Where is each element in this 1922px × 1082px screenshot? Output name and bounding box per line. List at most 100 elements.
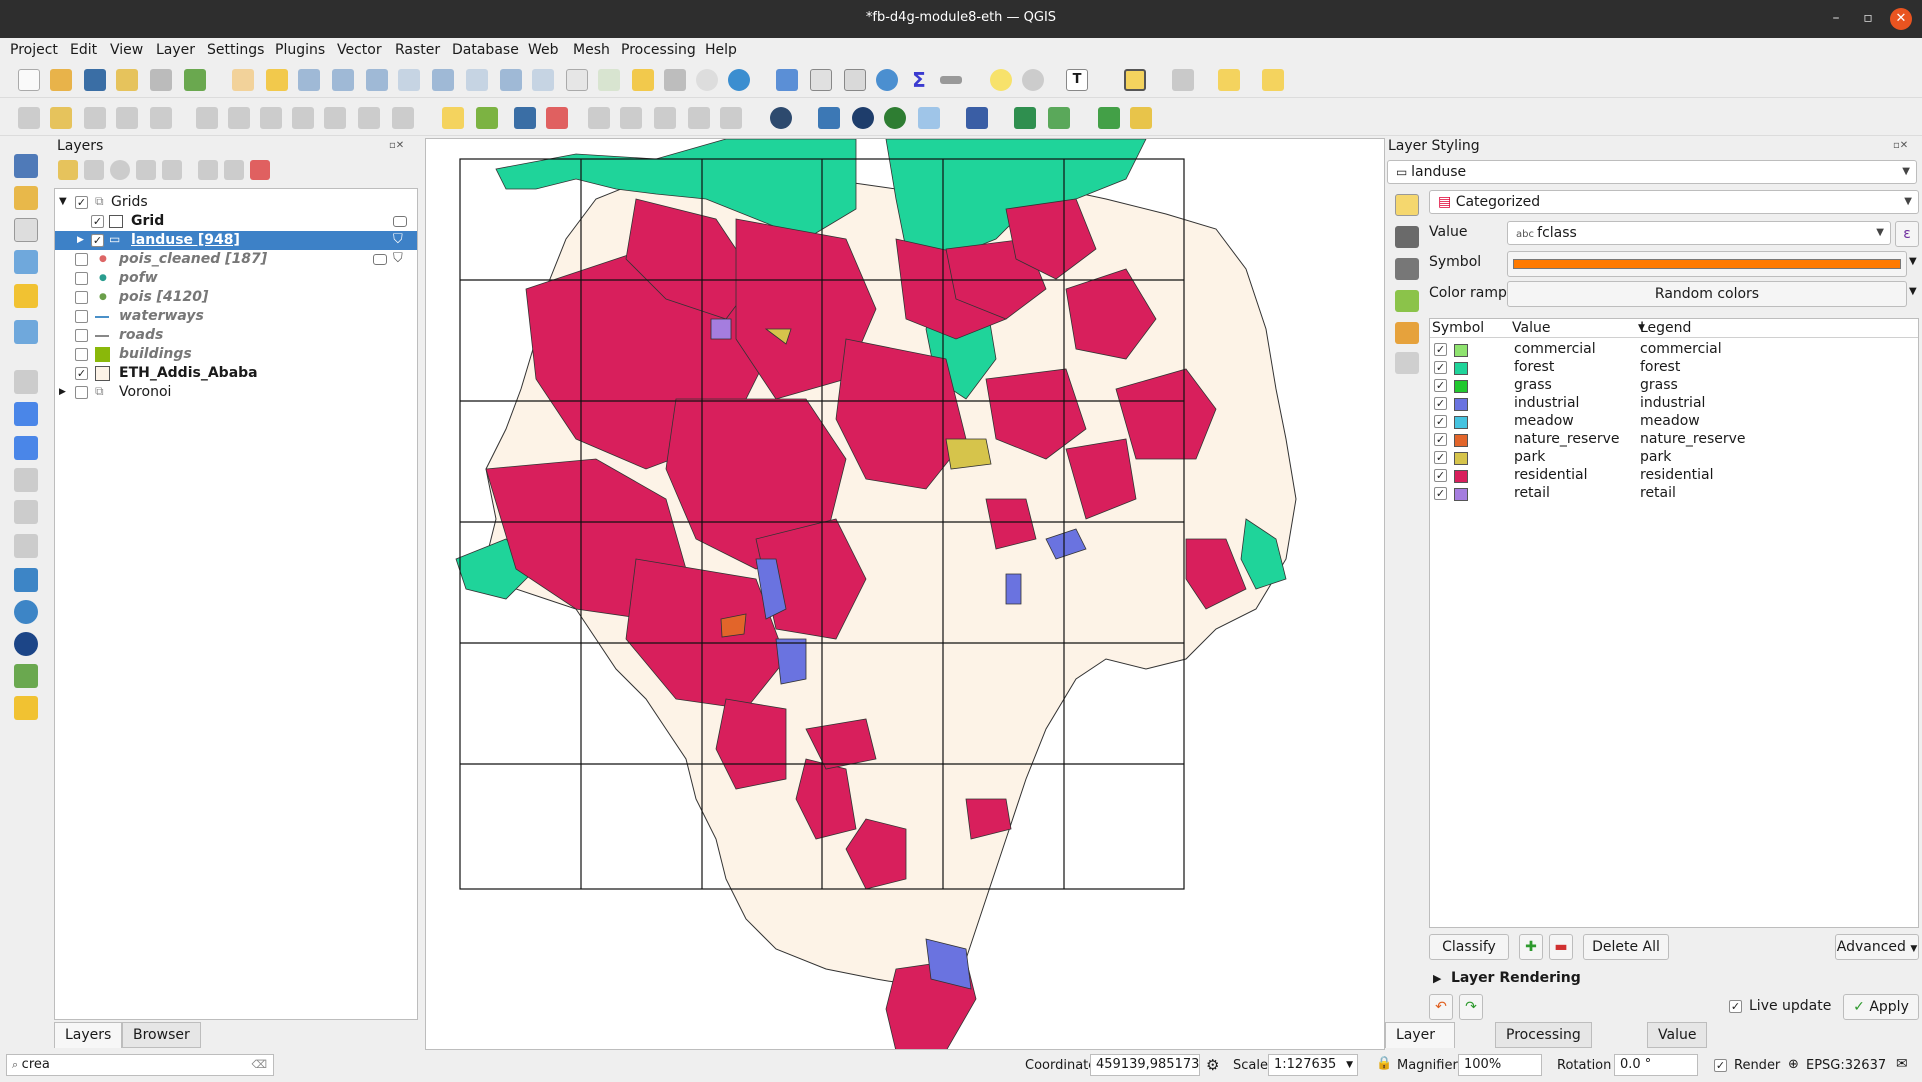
column-value[interactable]: Value bbox=[1512, 320, 1550, 336]
layer-item-buildings[interactable]: buildings bbox=[55, 345, 417, 364]
new-vector-icon[interactable] bbox=[14, 370, 38, 394]
minimize-button[interactable]: – bbox=[1824, 6, 1848, 30]
layer-item-waterways[interactable]: waterways bbox=[55, 307, 417, 326]
category-legend[interactable]: grass bbox=[1640, 377, 1678, 393]
scale-field[interactable]: 1:127635 ▼ bbox=[1268, 1054, 1358, 1076]
image-export-icon[interactable] bbox=[1048, 107, 1070, 129]
expand-all-icon[interactable] bbox=[198, 160, 218, 180]
refresh-icon[interactable] bbox=[728, 69, 750, 91]
category-row[interactable]: ✓ grass grass bbox=[1430, 377, 1918, 395]
map-canvas[interactable] bbox=[425, 138, 1385, 1050]
add-virtual-layer-icon[interactable] bbox=[14, 320, 38, 344]
menu-vector[interactable]: Vector bbox=[337, 42, 382, 58]
add-wfs-icon[interactable] bbox=[14, 600, 38, 624]
manage-visibility-icon[interactable] bbox=[110, 160, 130, 180]
diagrams-icon[interactable] bbox=[1395, 322, 1419, 344]
deselect-icon[interactable] bbox=[1218, 69, 1240, 91]
layer-checkbox[interactable]: ✓ bbox=[75, 367, 88, 380]
add-wcs-icon[interactable] bbox=[14, 632, 38, 656]
add-vector-icon[interactable] bbox=[14, 218, 38, 242]
measure-icon[interactable] bbox=[940, 76, 962, 84]
apply-button[interactable]: ✓ Apply bbox=[1843, 994, 1919, 1020]
category-swatch[interactable] bbox=[1454, 416, 1468, 429]
show-bookmarks-icon[interactable] bbox=[664, 69, 686, 91]
layer-item-pois-cleaned[interactable]: ● pois_cleaned [187] ⛉ bbox=[55, 250, 417, 269]
redo-icon[interactable] bbox=[392, 107, 414, 129]
layer-checkbox[interactable]: ✓ bbox=[91, 215, 104, 228]
quickmapservices-icon[interactable] bbox=[770, 107, 792, 129]
processing-toolbox-icon[interactable] bbox=[876, 69, 898, 91]
advanced-button[interactable]: Advanced ▼ bbox=[1835, 934, 1919, 960]
zoom-next-icon[interactable] bbox=[532, 69, 554, 91]
copy-features-icon[interactable] bbox=[292, 107, 314, 129]
locator-search-input[interactable]: ⌕ crea ⌫ bbox=[6, 1054, 274, 1076]
symbology-icon[interactable] bbox=[1395, 194, 1419, 216]
symbol-button[interactable] bbox=[1507, 251, 1907, 277]
zoom-to-layer-icon[interactable] bbox=[432, 69, 454, 91]
category-swatch[interactable] bbox=[1454, 380, 1468, 393]
tab-processing-toolbox[interactable]: Processing Toolbox bbox=[1495, 1022, 1592, 1067]
menu-settings[interactable]: Settings bbox=[207, 42, 264, 58]
new-3d-view-icon[interactable] bbox=[598, 69, 620, 91]
remove-category-icon[interactable]: ▬ bbox=[1549, 934, 1573, 960]
add-delimited-text-icon[interactable] bbox=[14, 250, 38, 274]
layer-checkbox[interactable] bbox=[75, 272, 88, 285]
magnifier-field[interactable]: 100% bbox=[1458, 1054, 1542, 1076]
layer-checkbox[interactable]: ✓ bbox=[91, 234, 104, 247]
filter-icon[interactable]: ⛉ bbox=[393, 232, 403, 247]
category-legend[interactable]: retail bbox=[1640, 485, 1676, 501]
pan-map-icon[interactable] bbox=[232, 69, 254, 91]
layer-checkbox[interactable] bbox=[75, 253, 88, 266]
add-mesh-icon[interactable] bbox=[14, 436, 38, 460]
zoom-full-icon[interactable] bbox=[366, 69, 388, 91]
color-ramp-button[interactable]: Random colors bbox=[1507, 281, 1907, 307]
menu-layer[interactable]: Layer bbox=[156, 42, 195, 58]
layer-checkbox[interactable] bbox=[75, 291, 88, 304]
menu-help[interactable]: Help bbox=[705, 42, 737, 58]
delete-all-button[interactable]: Delete All bbox=[1583, 934, 1669, 960]
labels-abc-icon[interactable] bbox=[1395, 226, 1419, 248]
redo-icon[interactable]: ↷ bbox=[1459, 994, 1483, 1020]
data-source-manager-icon[interactable] bbox=[14, 154, 38, 178]
temporal-controller-icon[interactable] bbox=[696, 69, 718, 91]
info-plugin-icon[interactable] bbox=[884, 107, 906, 129]
label-props-icon[interactable] bbox=[688, 107, 710, 129]
menu-web[interactable]: Web bbox=[528, 42, 559, 58]
add-wms-icon[interactable] bbox=[14, 568, 38, 592]
menu-mesh[interactable]: Mesh bbox=[573, 42, 610, 58]
filter-expression-icon[interactable] bbox=[162, 160, 182, 180]
category-checkbox[interactable]: ✓ bbox=[1434, 343, 1447, 356]
move-label-icon[interactable] bbox=[588, 107, 610, 129]
open-project-icon[interactable] bbox=[50, 69, 72, 91]
diagram-tool-icon[interactable] bbox=[476, 107, 498, 129]
category-legend[interactable]: park bbox=[1640, 449, 1671, 465]
new-map-view-icon[interactable] bbox=[566, 69, 588, 91]
layer-item-grid[interactable]: ✓ Grid bbox=[55, 212, 417, 231]
modify-attributes-icon[interactable] bbox=[196, 107, 218, 129]
rotation-field[interactable]: 0.0 ° bbox=[1614, 1054, 1698, 1076]
category-legend[interactable]: forest bbox=[1640, 359, 1680, 375]
zoom-in-icon[interactable] bbox=[298, 69, 320, 91]
category-checkbox[interactable]: ✓ bbox=[1434, 415, 1447, 428]
layer-item-roads[interactable]: roads bbox=[55, 326, 417, 345]
map-tips-icon[interactable] bbox=[990, 69, 1012, 91]
add-postgis-icon[interactable] bbox=[14, 468, 38, 492]
add-category-icon[interactable]: ✚ bbox=[1519, 934, 1543, 960]
layout-manager-icon[interactable] bbox=[150, 69, 172, 91]
select-features-icon[interactable] bbox=[1124, 69, 1146, 91]
masks-abc-icon[interactable] bbox=[1395, 258, 1419, 280]
crs-button[interactable]: EPSG:32637 bbox=[1806, 1058, 1886, 1073]
category-legend[interactable]: industrial bbox=[1640, 395, 1705, 411]
filter-legend-icon[interactable] bbox=[136, 160, 156, 180]
category-checkbox[interactable]: ✓ bbox=[1434, 397, 1447, 410]
menu-raster[interactable]: Raster bbox=[395, 42, 440, 58]
filter-icon[interactable]: ⛉ bbox=[393, 251, 403, 266]
category-checkbox[interactable]: ✓ bbox=[1434, 487, 1447, 500]
select-by-value-icon[interactable] bbox=[1172, 69, 1194, 91]
category-swatch[interactable] bbox=[1454, 470, 1468, 483]
layer-checkbox[interactable] bbox=[75, 329, 88, 342]
category-swatch[interactable] bbox=[1454, 344, 1468, 357]
layer-checkbox[interactable] bbox=[75, 386, 88, 399]
toggle-editing-icon[interactable] bbox=[50, 107, 72, 129]
layer-item-pofw[interactable]: ● pofw bbox=[55, 269, 417, 288]
